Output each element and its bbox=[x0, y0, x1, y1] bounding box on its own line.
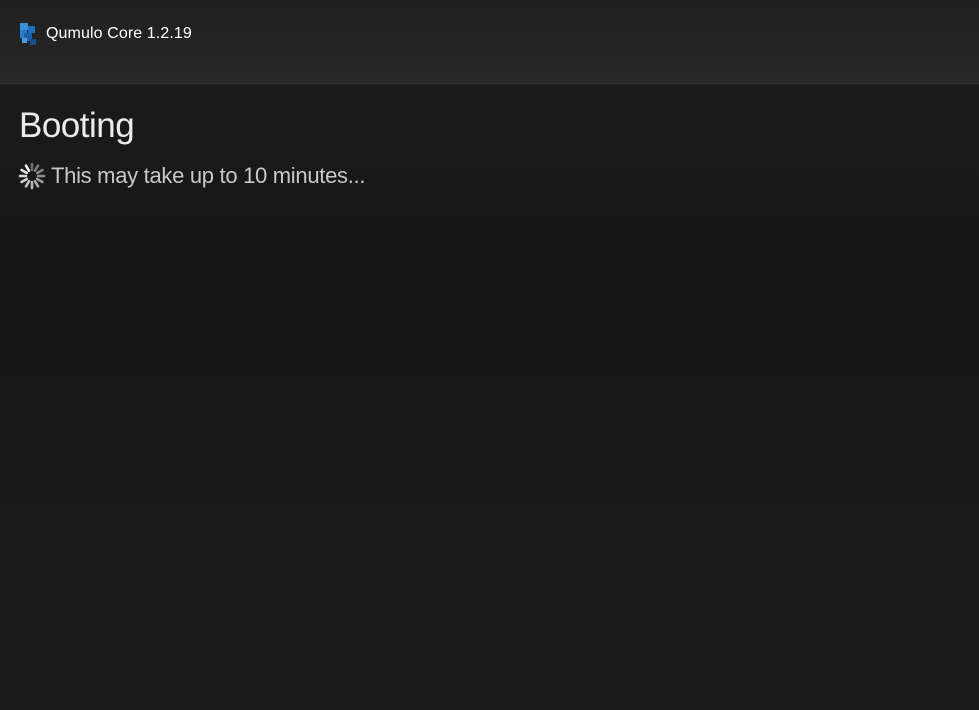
spinner-spoke bbox=[24, 179, 31, 188]
loading-spinner-icon bbox=[18, 162, 46, 190]
top-bar: Qumulo Core 1.2.19 bbox=[0, 0, 979, 84]
spinner-spoke bbox=[20, 177, 29, 184]
spinner-spoke bbox=[24, 164, 31, 173]
main-content: Booting This may take up to 10 minutes..… bbox=[18, 104, 366, 190]
spinner-spoke bbox=[35, 168, 44, 175]
spinner-spoke bbox=[33, 164, 40, 173]
spinner-spoke bbox=[20, 168, 29, 175]
app-title: Qumulo Core 1.2.19 bbox=[46, 25, 192, 42]
spinner-spoke bbox=[33, 179, 40, 188]
page-title: Booting bbox=[19, 106, 135, 145]
brand: Qumulo Core 1.2.19 bbox=[19, 22, 192, 46]
boot-screen: Qumulo Core 1.2.19 Booting This may take… bbox=[0, 0, 979, 710]
spinner-spoke bbox=[35, 177, 44, 184]
status-message: This may take up to 10 minutes... bbox=[51, 163, 366, 188]
status-row: This may take up to 10 minutes... bbox=[18, 162, 366, 190]
qumulo-logo-icon bbox=[20, 23, 36, 45]
